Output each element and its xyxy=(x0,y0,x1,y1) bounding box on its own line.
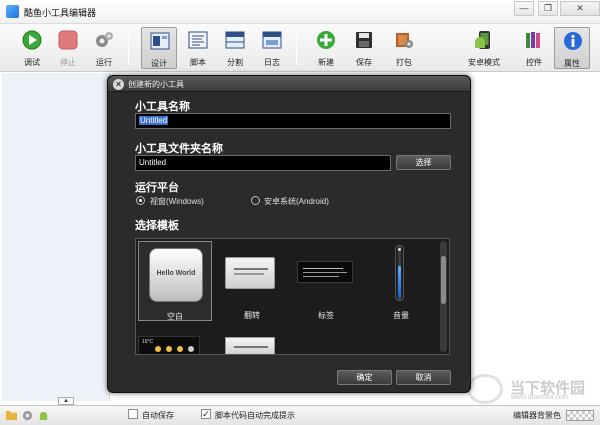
platform-heading: 运行平台 xyxy=(135,182,179,194)
template-scrollbar[interactable] xyxy=(440,241,447,352)
label-preview xyxy=(297,261,353,283)
template-blank[interactable]: Hello World 空白 xyxy=(138,241,212,321)
cancel-button[interactable]: 取消 xyxy=(396,370,451,385)
settings-icon[interactable] xyxy=(22,410,33,421)
design-label: 设计 xyxy=(151,59,167,68)
template-label[interactable]: 标签 xyxy=(289,241,363,321)
log-icon xyxy=(262,31,282,49)
template-heading: 选择模板 xyxy=(135,220,179,232)
blank-preview-text: Hello World xyxy=(156,270,196,277)
template-label-label: 标签 xyxy=(318,311,334,320)
widgets-button[interactable]: 控件 xyxy=(516,27,552,69)
windows-radio[interactable] xyxy=(136,196,145,205)
dialog-close-icon[interactable]: × xyxy=(113,79,124,90)
volume-preview xyxy=(395,245,404,301)
script-icon xyxy=(188,31,208,49)
folder-icon[interactable] xyxy=(6,410,17,421)
template-volume-label: 音量 xyxy=(393,311,409,320)
folder-heading: 小工具文件夹名称 xyxy=(135,143,223,155)
template-blank-label: 空白 xyxy=(167,312,183,321)
package-icon xyxy=(396,33,413,48)
pack-button[interactable]: 打包 xyxy=(386,27,422,69)
restore-button[interactable]: ❐ xyxy=(538,1,558,16)
info-icon xyxy=(564,32,582,50)
android-radio[interactable] xyxy=(251,196,260,205)
template-flip-label: 翻转 xyxy=(244,311,260,320)
new-button[interactable]: 新建 xyxy=(308,27,344,69)
status-bar: 自动保存 ✓ 脚本代码自动完成提示 编辑器背景色 xyxy=(0,405,600,425)
window-title: 酷鱼小工具编辑器 xyxy=(24,8,97,18)
windows-radio-label: 视窗(Windows) xyxy=(150,197,204,206)
android-mode-label: 安卓模式 xyxy=(468,58,500,67)
android-mode-button[interactable]: 安卓模式 xyxy=(464,27,504,69)
android-icon[interactable] xyxy=(38,410,49,421)
plus-icon xyxy=(317,31,335,49)
script-tab[interactable]: 脚本 xyxy=(180,27,216,69)
pack-label: 打包 xyxy=(396,58,412,67)
blank-preview: Hello World xyxy=(149,248,203,302)
app-icon xyxy=(6,5,19,18)
dialog-title: 创建新的小工具 xyxy=(128,80,184,89)
bg-color-swatch[interactable] xyxy=(566,410,594,421)
toolbar-separator xyxy=(128,30,129,66)
weather-preview-text: 16°C xyxy=(142,339,154,345)
title-bar: 酷鱼小工具编辑器 — ❐ ✕ xyxy=(0,0,600,24)
flip-preview xyxy=(225,257,275,289)
properties-tab[interactable]: 属性 xyxy=(554,27,590,69)
minimize-button[interactable]: — xyxy=(514,1,534,16)
design-tab[interactable]: 设计 xyxy=(141,27,177,69)
template-scrollbar-thumb[interactable] xyxy=(441,256,446,304)
save-label: 保存 xyxy=(356,58,372,67)
scroll-up-button[interactable]: ▲ xyxy=(58,397,74,405)
floppy-icon xyxy=(356,32,372,48)
autosave-label: 自动保存 xyxy=(142,411,174,420)
split-tab[interactable]: 分割 xyxy=(217,27,253,69)
play-icon xyxy=(22,30,42,50)
ok-button[interactable]: 确定 xyxy=(337,370,392,385)
stop-button[interactable]: 停止 xyxy=(50,27,86,69)
template-volume[interactable]: 音量 xyxy=(364,241,438,321)
autocomplete-checkbox[interactable]: ✓ xyxy=(201,409,211,419)
template-extra[interactable] xyxy=(215,334,289,354)
close-button[interactable]: ✕ xyxy=(560,1,600,16)
autosave-checkbox[interactable] xyxy=(128,409,138,419)
watermark-logo xyxy=(467,374,503,404)
save-button[interactable]: 保存 xyxy=(346,27,382,69)
folder-name-input[interactable]: Untitled xyxy=(135,155,391,171)
android-radio-label: 安卓系统(Android) xyxy=(264,197,329,206)
name-heading: 小工具名称 xyxy=(135,101,190,113)
autocomplete-label: 脚本代码自动完成提示 xyxy=(215,411,295,420)
template-weather[interactable]: 16°C xyxy=(138,334,212,354)
run-button[interactable]: 运行 xyxy=(86,27,122,69)
design-icon xyxy=(150,32,170,50)
template-flip[interactable]: 翻转 xyxy=(215,241,289,321)
stop-icon xyxy=(58,30,78,50)
books-icon xyxy=(526,32,540,48)
toolbar-separator xyxy=(296,30,297,66)
toolbar: 调试 停止 运行 设计 脚本 分割 日志 新建 保存 打包 安卓模式 控件 属性 xyxy=(0,24,600,72)
watermark-url: www.downxia.com xyxy=(511,394,569,401)
extra-preview xyxy=(225,337,275,354)
debug-button[interactable]: 调试 xyxy=(14,27,50,69)
gears-icon xyxy=(96,32,113,47)
widget-name-input[interactable]: Untitled xyxy=(135,113,451,129)
properties-label: 属性 xyxy=(564,59,580,68)
editor-side-panel[interactable] xyxy=(2,73,110,401)
folder-name-value: Untitled xyxy=(139,158,167,167)
split-icon xyxy=(225,31,245,49)
android-phone-icon xyxy=(475,31,490,49)
template-list: Hello World 空白 翻转 标签 音量 16°C xyxy=(135,238,450,355)
log-tab[interactable]: 日志 xyxy=(254,27,290,69)
run-label: 运行 xyxy=(96,58,112,67)
choose-folder-button[interactable]: 选择 xyxy=(396,155,451,170)
bg-color-label: 编辑器背景色 xyxy=(513,411,561,420)
log-label: 日志 xyxy=(264,58,280,67)
weather-preview: 16°C xyxy=(138,336,200,354)
widgets-label: 控件 xyxy=(526,58,542,67)
dialog-title-bar: × 创建新的小工具 xyxy=(108,76,470,92)
widget-name-value: Untitled xyxy=(139,116,169,125)
